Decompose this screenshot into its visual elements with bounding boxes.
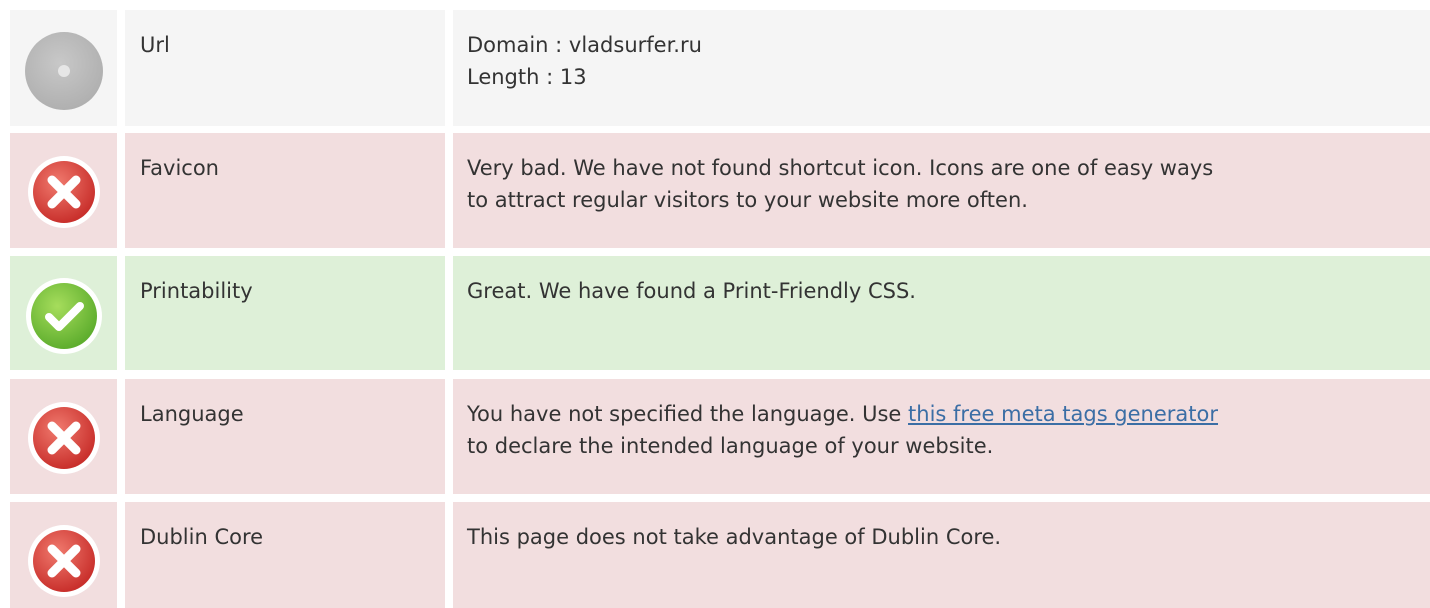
checklist-row-favicon: Favicon Very bad. We have not found shor… <box>10 133 1430 248</box>
check-icon <box>24 276 104 356</box>
url-domain: Domain : vladsurfer.ru <box>467 33 702 57</box>
row-label: Favicon <box>125 133 445 248</box>
description-line: to attract regular visitors to your webs… <box>467 188 1028 212</box>
description-line: Very bad. We have not found shortcut ico… <box>467 156 1214 180</box>
error-x-icon <box>26 154 102 230</box>
description-line: You have not specified the language. Use… <box>467 398 1424 430</box>
error-x-icon <box>26 400 102 476</box>
row-description: This page does not take advantage of Dub… <box>453 502 1430 608</box>
row-description: Great. We have found a Print-Friendly CS… <box>453 256 1430 370</box>
neutral-circle-icon <box>24 31 104 111</box>
checklist-row-printability: Printability Great. We have found a Prin… <box>10 256 1430 370</box>
row-label: Printability <box>125 256 445 370</box>
row-description: You have not specified the language. Use… <box>453 379 1430 494</box>
error-x-icon <box>26 523 102 599</box>
row-label: Language <box>125 379 445 494</box>
status-cell <box>10 10 117 126</box>
meta-tags-generator-link[interactable]: this free meta tags generator <box>908 402 1218 426</box>
status-cell <box>10 133 117 248</box>
row-label: Dublin Core <box>125 502 445 608</box>
description-text: You have not specified the language. Use <box>467 402 909 426</box>
row-label: Url <box>125 10 445 126</box>
seo-checklist: Url Domain : vladsurfer.ru Length : 13 F… <box>0 0 1430 608</box>
description-line: to declare the intended language of your… <box>467 434 994 458</box>
status-cell <box>10 379 117 494</box>
status-cell <box>10 256 117 370</box>
status-cell <box>10 502 117 608</box>
description-line: This page does not take advantage of Dub… <box>467 525 1002 549</box>
checklist-row-url: Url Domain : vladsurfer.ru Length : 13 <box>10 10 1430 126</box>
row-description: Domain : vladsurfer.ru Length : 13 <box>453 10 1430 126</box>
checklist-row-language: Language You have not specified the lang… <box>10 379 1430 494</box>
description-line: Great. We have found a Print-Friendly CS… <box>467 279 916 303</box>
url-length: Length : 13 <box>467 65 587 89</box>
row-description: Very bad. We have not found shortcut ico… <box>453 133 1430 248</box>
checklist-row-dublin-core: Dublin Core This page does not take adva… <box>10 502 1430 608</box>
